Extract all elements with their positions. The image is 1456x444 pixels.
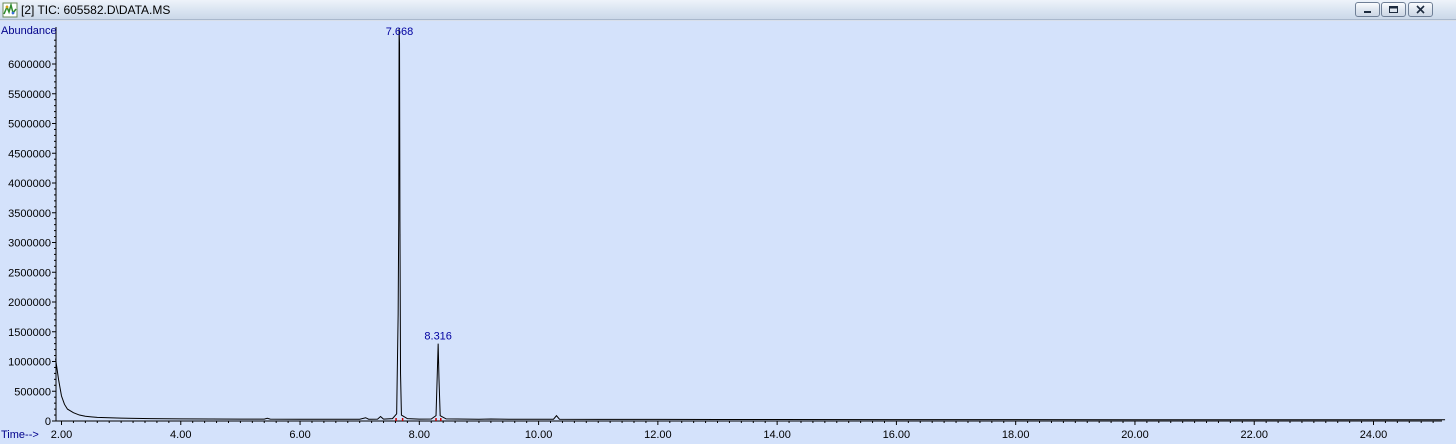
y-tick-label: 4500000 bbox=[8, 148, 51, 160]
x-tick-label: 12.00 bbox=[644, 429, 672, 441]
x-axis-title: Time--> bbox=[1, 429, 39, 441]
x-tick-label: 10.00 bbox=[525, 429, 553, 441]
restore-button[interactable] bbox=[1381, 2, 1406, 17]
y-tick-label: 2000000 bbox=[8, 297, 51, 309]
peak-label: 7.668 bbox=[386, 26, 414, 38]
y-tick-label: 4000000 bbox=[8, 178, 51, 190]
y-tick-label: 0 bbox=[45, 416, 51, 428]
x-tick-label: 22.00 bbox=[1240, 429, 1268, 441]
y-tick-label: 1500000 bbox=[8, 327, 51, 339]
y-tick-label: 500000 bbox=[14, 386, 51, 398]
x-tick-label: 18.00 bbox=[1002, 429, 1030, 441]
restore-icon bbox=[1389, 6, 1398, 13]
x-tick-label: 6.00 bbox=[289, 429, 310, 441]
y-tick-label: 6000000 bbox=[8, 59, 51, 71]
chromatogram-window: [2] TIC: 605582.D\DATA.MS 0 500000 1000000… bbox=[0, 0, 1456, 444]
y-tick-label: 1000000 bbox=[8, 357, 51, 369]
x-tick-label: 16.00 bbox=[883, 429, 911, 441]
x-tick-label: 8.00 bbox=[409, 429, 430, 441]
y-tick-label: 3500000 bbox=[8, 208, 51, 220]
chromatogram-chart[interactable]: 0 500000 1000000 1500000 2000000 2500000 30000… bbox=[0, 21, 1456, 444]
x-tick-label: 4.00 bbox=[170, 429, 191, 441]
y-tick-label: 2500000 bbox=[8, 267, 51, 279]
x-tick-label: 24.00 bbox=[1360, 429, 1388, 441]
y-tick-label: 3000000 bbox=[8, 238, 51, 250]
x-tick-label: 14.00 bbox=[763, 429, 791, 441]
close-icon bbox=[1416, 5, 1425, 14]
y-tick-label: 5000000 bbox=[8, 119, 51, 131]
close-button[interactable] bbox=[1408, 2, 1433, 17]
tic-trace-line bbox=[55, 28, 1446, 421]
minimize-button[interactable] bbox=[1355, 2, 1380, 17]
app-icon bbox=[2, 2, 18, 18]
x-tick-label: 20.00 bbox=[1121, 429, 1149, 441]
y-axis-title: Abundance bbox=[1, 25, 57, 37]
title-bar[interactable]: [2] TIC: 605582.D\DATA.MS bbox=[0, 0, 1456, 20]
x-tick-label: 2.00 bbox=[51, 429, 72, 441]
y-tick-label: 5500000 bbox=[8, 89, 51, 101]
window-title: [2] TIC: 605582.D\DATA.MS bbox=[21, 3, 171, 17]
peak-label: 8.316 bbox=[424, 331, 452, 343]
minimize-icon bbox=[1364, 11, 1371, 13]
